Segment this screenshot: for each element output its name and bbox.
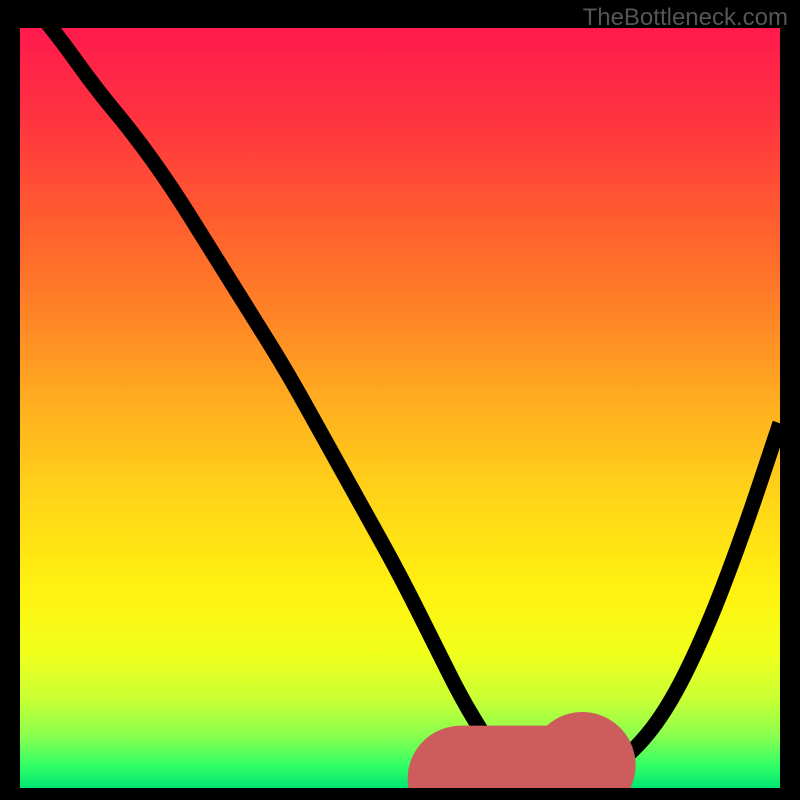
watermark-text: TheBottleneck.com [583, 4, 788, 32]
chart-container: TheBottleneck.com [0, 0, 800, 800]
optimal-point-marker [452, 756, 470, 774]
bottleneck-curve [20, 28, 780, 780]
optimal-range-marker [461, 765, 583, 779]
plot-area [20, 28, 780, 788]
chart-svg [20, 28, 780, 788]
